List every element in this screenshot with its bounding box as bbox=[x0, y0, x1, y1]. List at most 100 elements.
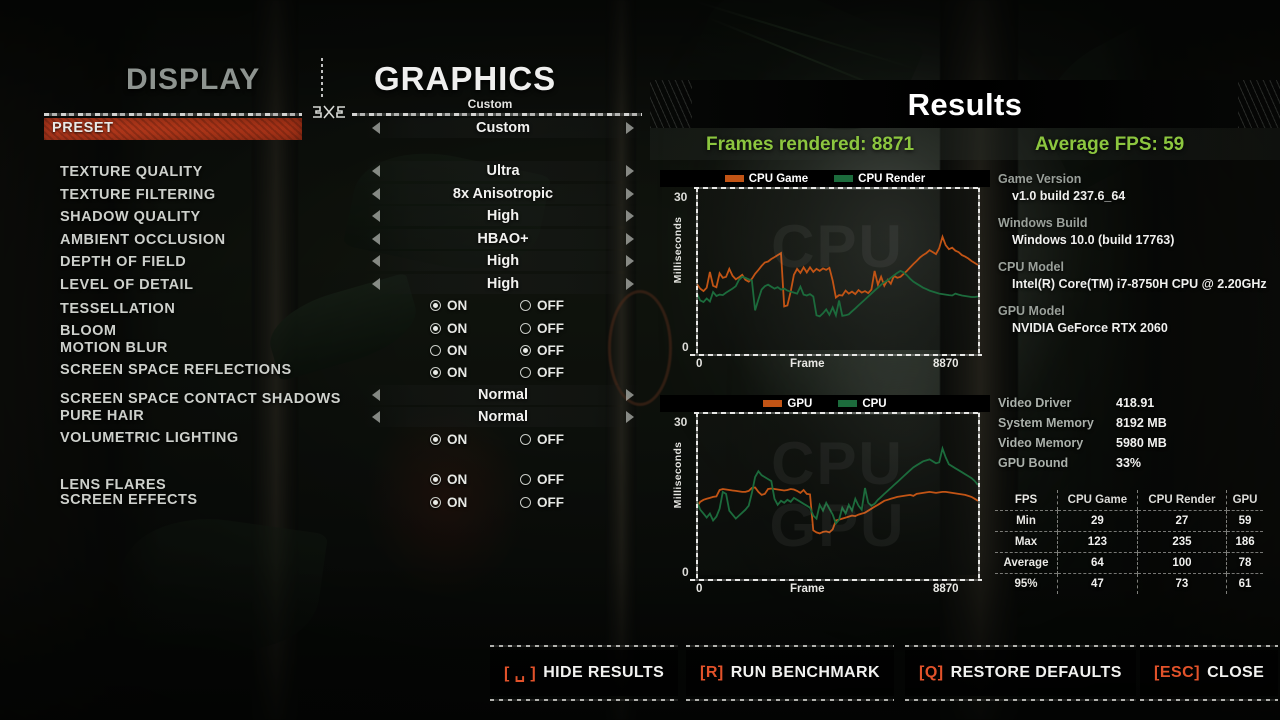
radio-off-label: OFF bbox=[537, 471, 564, 487]
preset-label: PRESET bbox=[52, 120, 114, 136]
radio-dot-icon bbox=[520, 344, 531, 356]
setting-row[interactable]: SHADOW QUALITY bbox=[60, 208, 201, 227]
legend-swatch bbox=[838, 400, 858, 407]
chevron-left-icon[interactable] bbox=[372, 188, 380, 200]
chevron-right-icon[interactable] bbox=[626, 278, 634, 290]
table-column-header: GPU bbox=[1226, 490, 1263, 511]
setting-value: High bbox=[486, 253, 520, 269]
setting-toggle-row[interactable]: ON OFF bbox=[430, 362, 650, 382]
radio-off[interactable]: OFF bbox=[520, 298, 564, 313]
table-header-row: FPS CPU Game CPU Render GPU bbox=[995, 490, 1263, 511]
radio-on[interactable]: ON bbox=[430, 298, 520, 313]
radio-on[interactable]: ON bbox=[430, 495, 520, 510]
setting-toggle-row[interactable]: ON OFF bbox=[430, 492, 650, 512]
action-close-button[interactable]: [ESC] CLOSE bbox=[1140, 645, 1279, 701]
action-hide-results-button[interactable]: [ ␣ ] HIDE RESULTS bbox=[490, 645, 679, 701]
chevron-left-icon[interactable] bbox=[372, 278, 380, 290]
divider-left bbox=[44, 113, 302, 116]
chevron-left-icon[interactable] bbox=[372, 122, 380, 134]
chevron-right-icon[interactable] bbox=[626, 210, 634, 222]
setting-toggle-row[interactable]: ON OFF bbox=[430, 295, 650, 315]
chevron-left-icon[interactable] bbox=[372, 233, 380, 245]
chart1-y-axis bbox=[696, 188, 698, 354]
action-run-benchmark-button[interactable]: [R] RUN BENCHMARK bbox=[686, 645, 894, 701]
setting-toggle-row[interactable]: ON OFF bbox=[430, 429, 650, 449]
radio-on-label: ON bbox=[447, 471, 468, 487]
chevron-right-icon[interactable] bbox=[626, 165, 634, 177]
graphics-subtitle: Custom bbox=[467, 97, 513, 111]
chevron-left-icon[interactable] bbox=[372, 165, 380, 177]
chevron-left-icon[interactable] bbox=[372, 255, 380, 267]
radio-on[interactable]: ON bbox=[430, 472, 520, 487]
setting-value-row[interactable]: Normal bbox=[364, 385, 642, 405]
chart1-y-min-tick: 0 bbox=[682, 340, 689, 354]
chevron-right-icon[interactable] bbox=[626, 255, 634, 267]
results-title: Results bbox=[907, 87, 1023, 122]
average-fps-stat: Average FPS: 59 bbox=[1035, 134, 1185, 155]
radio-off[interactable]: OFF bbox=[520, 321, 564, 336]
table-cell: 73 bbox=[1136, 573, 1227, 594]
setting-row[interactable]: LEVEL OF DETAIL bbox=[60, 276, 193, 295]
info-block: Game Version v1.0 build 237.6_64 bbox=[998, 172, 1280, 203]
setting-value-row[interactable]: High bbox=[364, 251, 642, 271]
setting-label: LEVEL OF DETAIL bbox=[60, 277, 194, 293]
setting-row[interactable]: DEPTH OF FIELD bbox=[60, 253, 186, 272]
info-block: Windows Build Windows 10.0 (build 17763) bbox=[998, 216, 1280, 247]
chart1-y-axis-label: Milliseconds bbox=[672, 216, 684, 284]
chevron-left-icon[interactable] bbox=[372, 210, 380, 222]
radio-off[interactable]: OFF bbox=[520, 432, 564, 447]
radio-on[interactable]: ON bbox=[430, 343, 520, 358]
chevron-left-icon[interactable] bbox=[372, 411, 380, 423]
table-column-header: FPS bbox=[995, 490, 1058, 511]
setting-value-row[interactable]: Ultra bbox=[364, 161, 642, 181]
setting-row[interactable]: SCREEN SPACE REFLECTIONS bbox=[60, 361, 292, 380]
radio-on[interactable]: ON bbox=[430, 365, 520, 380]
setting-row[interactable]: SCREEN EFFECTS bbox=[60, 491, 198, 510]
chevron-right-icon[interactable] bbox=[626, 233, 634, 245]
setting-value-row[interactable]: Normal bbox=[364, 407, 642, 427]
chevron-left-icon[interactable] bbox=[372, 389, 380, 401]
tab-display[interactable]: DISPLAY bbox=[126, 63, 260, 97]
chevron-right-icon[interactable] bbox=[626, 188, 634, 200]
setting-label: DEPTH OF FIELD bbox=[60, 254, 187, 270]
setting-toggle-row[interactable]: ON OFF bbox=[430, 318, 650, 338]
preset-value: Custom bbox=[476, 120, 530, 136]
radio-on[interactable]: ON bbox=[430, 321, 520, 336]
legend-swatch bbox=[834, 175, 854, 182]
action-restore-defaults-button[interactable]: [Q] RESTORE DEFAULTS bbox=[905, 645, 1136, 701]
setting-row[interactable]: AMBIENT OCCLUSION bbox=[60, 231, 226, 250]
chevron-right-icon[interactable] bbox=[626, 389, 634, 401]
setting-toggle-row[interactable]: ON OFF bbox=[430, 469, 650, 489]
setting-row[interactable]: PURE HAIR bbox=[60, 407, 144, 426]
setting-toggle-row[interactable]: ON OFF bbox=[430, 340, 650, 360]
radio-dot-icon bbox=[430, 433, 441, 445]
setting-row[interactable]: TEXTURE QUALITY bbox=[60, 163, 203, 182]
radio-off[interactable]: OFF bbox=[520, 495, 564, 510]
setting-value-row[interactable]: HBAO+ bbox=[364, 229, 642, 249]
chart2-y-axis bbox=[696, 413, 698, 579]
setting-row[interactable]: VOLUMETRIC LIGHTING bbox=[60, 429, 239, 448]
chart2-y-max-tick: 30 bbox=[674, 415, 688, 429]
setting-value-row[interactable]: High bbox=[364, 206, 642, 226]
setting-row[interactable]: MOTION BLUR bbox=[60, 339, 168, 358]
radio-off[interactable]: OFF bbox=[520, 472, 564, 487]
metric-key: Video Memory bbox=[998, 436, 1084, 450]
info-value: NVIDIA GeForce RTX 2060 bbox=[1012, 321, 1168, 335]
chevron-right-icon[interactable] bbox=[626, 122, 634, 134]
preset-value-row[interactable]: Custom bbox=[364, 118, 642, 138]
radio-on[interactable]: ON bbox=[430, 432, 520, 447]
radio-off[interactable]: OFF bbox=[520, 365, 564, 380]
radio-off[interactable]: OFF bbox=[520, 343, 564, 358]
chevron-right-icon[interactable] bbox=[626, 411, 634, 423]
setting-label: TESSELLATION bbox=[60, 301, 176, 317]
setting-row[interactable]: TESSELLATION bbox=[60, 300, 175, 319]
setting-value-row[interactable]: High bbox=[364, 274, 642, 294]
radio-dot-icon bbox=[520, 433, 531, 445]
chart1-plot-area: CPU bbox=[697, 190, 978, 350]
system-metrics-list: Video Driver 418.91 System Memory 8192 MB Vi… bbox=[998, 396, 1280, 476]
setting-value-row[interactable]: 8x Anisotropic bbox=[364, 184, 642, 204]
tab-graphics[interactable]: GRAPHICS bbox=[374, 60, 556, 98]
button-top-edge bbox=[905, 645, 1136, 647]
radio-dot-icon bbox=[520, 366, 531, 378]
setting-row[interactable]: TEXTURE FILTERING bbox=[60, 186, 216, 205]
